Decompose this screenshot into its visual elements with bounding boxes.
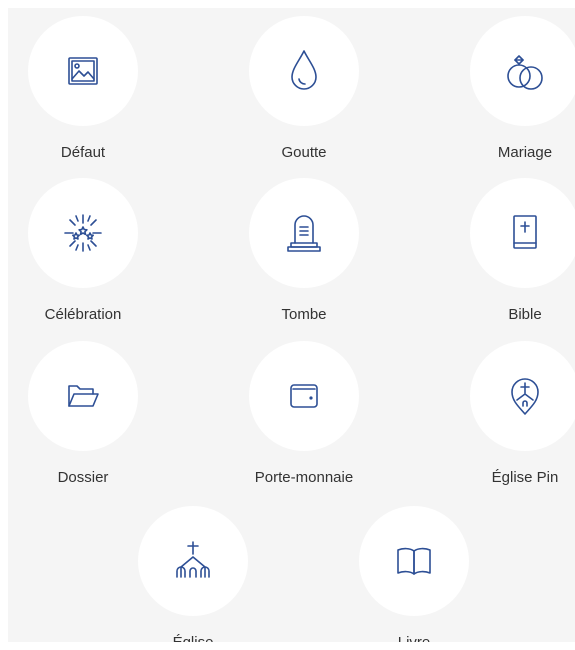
fireworks-icon <box>64 214 102 252</box>
folder-icon <box>68 385 99 407</box>
icon-option-default[interactable]: Défaut <box>8 16 158 176</box>
icon-label: Porte-monnaie <box>254 469 354 486</box>
icon-label: Église <box>118 634 268 642</box>
icon-circle <box>359 506 469 616</box>
bible-icon <box>513 215 537 249</box>
icon-circle <box>249 178 359 288</box>
church-pin-icon <box>511 378 539 415</box>
icon-label: Livre <box>339 634 489 642</box>
icon-circle <box>470 178 575 288</box>
icon-option-church[interactable]: Église <box>118 506 268 642</box>
wedding-rings-icon <box>507 55 543 90</box>
church-icon <box>176 541 210 578</box>
icon-label: Tombe <box>281 306 327 323</box>
drop-icon <box>291 50 317 90</box>
icon-label: Dossier <box>57 469 109 486</box>
wallet-icon <box>290 384 318 408</box>
icon-option-tombstone[interactable]: Tombe <box>229 178 379 338</box>
icon-circle <box>470 341 575 451</box>
icon-label: Église Pin <box>491 469 559 486</box>
icon-option-book[interactable]: Livre <box>339 506 489 642</box>
icon-picker-panel: Défaut Goutte Mariage Célébration Tombe … <box>8 8 575 642</box>
icon-circle <box>138 506 248 616</box>
icon-circle <box>28 341 138 451</box>
book-icon <box>397 547 431 575</box>
tombstone-icon <box>287 215 321 252</box>
icon-label: Bible <box>508 306 542 323</box>
icon-option-wallet[interactable]: Porte-monnaie <box>229 341 379 501</box>
icon-option-drop[interactable]: Goutte <box>229 16 379 176</box>
icon-circle <box>249 16 359 126</box>
icon-label: Goutte <box>281 144 327 161</box>
icon-circle <box>28 178 138 288</box>
icon-circle <box>28 16 138 126</box>
icon-label: Célébration <box>44 306 122 323</box>
icon-label: Défaut <box>60 144 106 161</box>
icon-circle <box>249 341 359 451</box>
icon-option-celebration[interactable]: Célébration <box>8 178 158 338</box>
icon-option-bible[interactable]: Bible <box>450 178 575 338</box>
icon-option-church-pin[interactable]: Église Pin <box>450 341 575 501</box>
image-icon <box>68 57 98 85</box>
icon-circle <box>470 16 575 126</box>
icon-label: Mariage <box>497 144 553 161</box>
icon-option-folder[interactable]: Dossier <box>8 341 158 501</box>
icon-option-wedding[interactable]: Mariage <box>450 16 575 176</box>
